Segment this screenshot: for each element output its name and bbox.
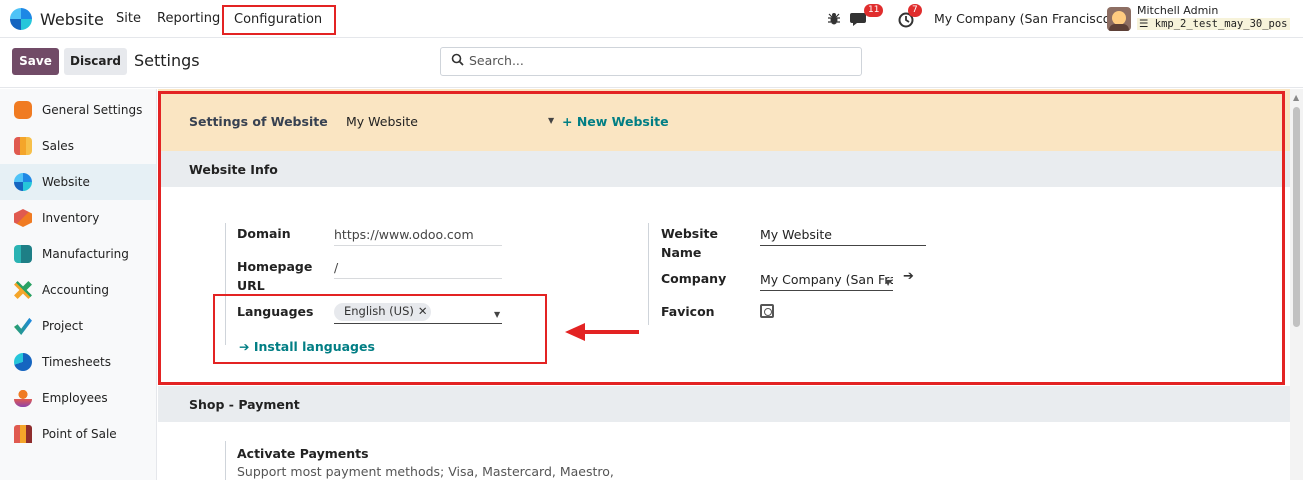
activities-count-badge: 7 [908, 4, 922, 17]
database-name-label: kmp_2_test_may_30_pos [1154, 18, 1288, 30]
accounting-icon [14, 281, 32, 299]
user-avatar[interactable] [1107, 7, 1131, 31]
user-name[interactable]: Mitchell Admin [1137, 4, 1218, 17]
search-input[interactable] [469, 53, 849, 68]
control-panel: Save Discard Settings [0, 38, 1303, 88]
sidebar-item-timesheets[interactable]: Timesheets [0, 344, 156, 380]
section-shop-payment: Shop - Payment [158, 386, 1290, 422]
scrollbar[interactable]: ▲ [1290, 89, 1303, 480]
website-icon [14, 173, 32, 191]
arrow-left-icon [565, 323, 639, 341]
sales-icon [14, 137, 32, 155]
sidebar-item-point-of-sale[interactable]: Point of Sale [0, 416, 156, 452]
timesheets-icon [14, 353, 32, 371]
app-name: Website [40, 9, 104, 29]
scrollbar-thumb[interactable] [1293, 107, 1300, 327]
general-settings-icon [14, 101, 32, 119]
activate-payments-title: Activate Payments [237, 446, 369, 461]
menu-site[interactable]: Site [116, 11, 141, 26]
sidebar-item-employees[interactable]: Employees [0, 380, 156, 416]
sidebar-item-sales[interactable]: Sales [0, 128, 156, 164]
debug-icon[interactable] [827, 6, 841, 32]
sidebar-item-inventory[interactable]: Inventory [0, 200, 156, 236]
scroll-up-icon[interactable]: ▲ [1293, 93, 1299, 102]
sidebar-item-general-settings[interactable]: General Settings [0, 92, 156, 128]
sidebar-item-accounting[interactable]: Accounting [0, 272, 156, 308]
sidebar-item-label: Accounting [42, 283, 110, 297]
messages-count-badge: 11 [864, 4, 884, 17]
menu-reporting[interactable]: Reporting [157, 11, 220, 26]
sidebar-item-label: Timesheets [42, 355, 111, 369]
highlight-box-languages [213, 294, 547, 364]
company-switcher[interactable]: My Company (San Francisco) [934, 11, 1115, 26]
database-icon: ☰ [1139, 18, 1149, 30]
inventory-icon [14, 209, 32, 227]
search-icon [451, 53, 464, 70]
sidebar-item-label: General Settings [42, 103, 143, 117]
search-box[interactable] [440, 47, 862, 76]
sidebar-item-label: Manufacturing [42, 247, 129, 261]
sidebar-item-website[interactable]: Website [0, 164, 156, 200]
sidebar-item-label: Website [42, 175, 90, 189]
discard-button[interactable]: Discard [64, 48, 127, 75]
settings-sidebar: General Settings Sales Website Inventory… [0, 89, 157, 480]
employees-icon [14, 389, 32, 407]
divider [225, 441, 226, 480]
sidebar-item-label: Sales [42, 139, 74, 153]
messages-button[interactable]: 11 [850, 4, 884, 32]
sidebar-item-label: Employees [42, 391, 108, 405]
website-app-icon [10, 8, 32, 30]
activities-button[interactable]: 7 [898, 4, 922, 32]
manufacturing-icon [14, 245, 32, 263]
menu-configuration-label: Configuration [234, 12, 323, 27]
app-brand[interactable]: Website [10, 8, 104, 30]
sidebar-item-label: Project [42, 319, 84, 333]
top-navbar: Website Site Reporting Configuration 11 … [0, 0, 1303, 38]
sidebar-item-project[interactable]: Project [0, 308, 156, 344]
menu-configuration[interactable]: Configuration [222, 5, 336, 35]
page-title: Settings [134, 51, 200, 70]
project-icon [14, 317, 32, 335]
sidebar-item-label: Inventory [42, 211, 100, 225]
activate-payments-description: Support most payment methods; Visa, Mast… [237, 464, 614, 479]
database-name: ☰ kmp_2_test_may_30_pos [1137, 18, 1290, 30]
save-button[interactable]: Save [12, 48, 59, 75]
sidebar-item-label: Point of Sale [42, 427, 117, 441]
point-of-sale-icon [14, 425, 32, 443]
sidebar-item-manufacturing[interactable]: Manufacturing [0, 236, 156, 272]
